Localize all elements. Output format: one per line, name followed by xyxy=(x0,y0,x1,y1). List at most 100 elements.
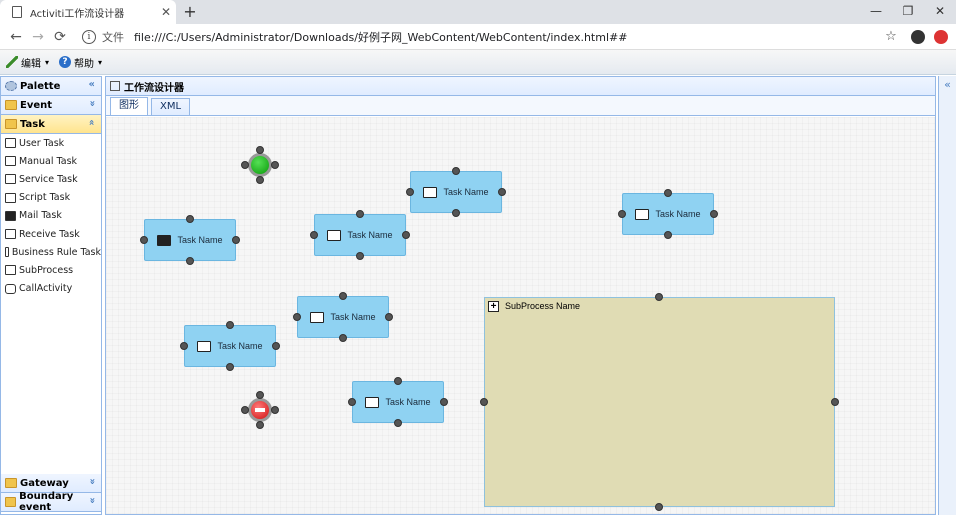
connection-handle[interactable] xyxy=(271,406,279,414)
maximize-button[interactable]: ❐ xyxy=(892,0,924,24)
subprocess-plus-icon[interactable]: + xyxy=(488,301,499,312)
close-window-button[interactable]: ✕ xyxy=(924,0,956,24)
connection-handle[interactable] xyxy=(226,363,234,371)
reload-icon[interactable]: ⟳ xyxy=(50,27,70,47)
connection-handle[interactable] xyxy=(256,176,264,184)
connection-handle[interactable] xyxy=(402,231,410,239)
subprocess-node[interactable]: + SubProcess Name xyxy=(484,297,835,507)
connection-handle[interactable] xyxy=(618,210,626,218)
diagram-canvas[interactable]: + SubProcess Name Task Name Task Name Task… xyxy=(106,117,935,514)
accordion-event[interactable]: Event » xyxy=(1,96,101,115)
bookmark-star-icon[interactable]: ☆ xyxy=(882,27,900,47)
expand-icon[interactable]: » xyxy=(86,100,97,106)
palette-item[interactable]: Service Task xyxy=(1,170,101,188)
connection-handle[interactable] xyxy=(830,398,839,406)
accordion-boundary-event[interactable]: Boundary event » xyxy=(1,491,101,513)
connection-handle[interactable] xyxy=(271,161,279,169)
url-field[interactable]: i 文件 file:///C:/Users/Administrator/Down… xyxy=(74,26,904,48)
task-node[interactable]: Task Name xyxy=(297,296,389,338)
expand-icon[interactable]: » xyxy=(86,478,97,484)
new-tab-button[interactable]: + xyxy=(180,2,200,22)
help-menu-button[interactable]: ? 帮助 ▾ xyxy=(59,55,102,70)
connection-handle[interactable] xyxy=(310,231,318,239)
workflow-icon xyxy=(110,81,120,91)
connection-handle[interactable] xyxy=(272,342,280,350)
palette-item-label: Receive Task xyxy=(19,228,80,240)
connection-handle[interactable] xyxy=(394,377,402,385)
palette-item[interactable]: Business Rule Task xyxy=(1,243,101,261)
collapse-icon[interactable]: » xyxy=(86,119,97,125)
start-event[interactable] xyxy=(248,153,272,177)
accordion-task-label: Task xyxy=(20,118,45,130)
connection-handle[interactable] xyxy=(140,236,148,244)
connection-handle[interactable] xyxy=(452,209,460,217)
connection-handle[interactable] xyxy=(186,257,194,265)
task-node[interactable]: Task Name xyxy=(622,193,714,235)
task-node[interactable]: Task Name xyxy=(410,171,502,213)
accordion-task[interactable]: Task » xyxy=(1,115,101,134)
connection-handle[interactable] xyxy=(440,398,448,406)
connection-handle[interactable] xyxy=(394,419,402,427)
connection-handle[interactable] xyxy=(241,406,249,414)
connection-handle[interactable] xyxy=(655,503,663,511)
collapse-palette-icon[interactable]: « xyxy=(89,79,95,90)
connection-handle[interactable] xyxy=(655,293,663,301)
connection-handle[interactable] xyxy=(356,252,364,260)
connection-handle[interactable] xyxy=(385,313,393,321)
account-icon[interactable] xyxy=(911,30,925,44)
connection-handle[interactable] xyxy=(339,292,347,300)
palette-header: Palette « xyxy=(1,77,101,96)
url-text[interactable]: file:///C:/Users/Administrator/Downloads… xyxy=(134,29,627,45)
connection-handle[interactable] xyxy=(348,398,356,406)
end-event[interactable] xyxy=(248,398,272,422)
manual-task-icon xyxy=(5,156,16,167)
connection-handle[interactable] xyxy=(232,236,240,244)
connection-handle[interactable] xyxy=(256,146,264,154)
connection-handle[interactable] xyxy=(186,215,194,223)
tab-close-icon[interactable]: ✕ xyxy=(156,5,176,19)
connection-handle[interactable] xyxy=(293,313,301,321)
receive-task-icon xyxy=(5,229,16,240)
task-node[interactable]: Task Name xyxy=(184,325,276,367)
expand-properties-icon[interactable]: « xyxy=(939,78,956,91)
connection-handle[interactable] xyxy=(339,334,347,342)
expand-icon[interactable]: » xyxy=(86,497,97,503)
connection-handle[interactable] xyxy=(479,398,488,406)
palette-item[interactable]: User Task xyxy=(1,134,101,152)
palette-item[interactable]: Manual Task xyxy=(1,152,101,170)
extension-icon[interactable] xyxy=(934,30,948,44)
service-task-icon xyxy=(5,174,16,185)
palette-item[interactable]: Mail Task xyxy=(1,207,101,225)
back-icon[interactable]: ← xyxy=(6,27,26,47)
palette-item[interactable]: SubProcess xyxy=(1,261,101,279)
connection-handle[interactable] xyxy=(452,167,460,175)
forward-icon[interactable]: → xyxy=(28,27,48,47)
connection-handle[interactable] xyxy=(406,188,414,196)
connection-handle[interactable] xyxy=(180,342,188,350)
browser-tab[interactable]: Activiti工作流设计器 ✕ xyxy=(0,0,176,24)
connection-handle[interactable] xyxy=(498,188,506,196)
connection-handle[interactable] xyxy=(256,391,264,399)
task-node[interactable]: Task Name xyxy=(144,219,236,261)
connection-handle[interactable] xyxy=(710,210,718,218)
tab-xml[interactable]: XML xyxy=(151,98,191,115)
task-node[interactable]: Task Name xyxy=(314,214,406,256)
script-task-icon xyxy=(310,311,325,323)
connection-handle[interactable] xyxy=(664,189,672,197)
subprocess-icon xyxy=(5,265,16,276)
info-icon[interactable]: i xyxy=(82,30,96,44)
palette-item[interactable]: Receive Task xyxy=(1,225,101,243)
minimize-button[interactable]: — xyxy=(860,0,892,24)
connection-handle[interactable] xyxy=(241,161,249,169)
edit-menu-button[interactable]: 编辑 ▾ xyxy=(6,55,49,70)
business-rule-task-icon xyxy=(365,396,380,408)
connection-handle[interactable] xyxy=(664,231,672,239)
tab-graphic[interactable]: 图形 xyxy=(110,97,148,115)
connection-handle[interactable] xyxy=(226,321,234,329)
connection-handle[interactable] xyxy=(256,421,264,429)
palette-item[interactable]: CallActivity xyxy=(1,280,101,298)
connection-handle[interactable] xyxy=(356,210,364,218)
palette-item[interactable]: Script Task xyxy=(1,189,101,207)
folder-icon xyxy=(5,100,17,110)
task-node[interactable]: Task Name xyxy=(352,381,444,423)
